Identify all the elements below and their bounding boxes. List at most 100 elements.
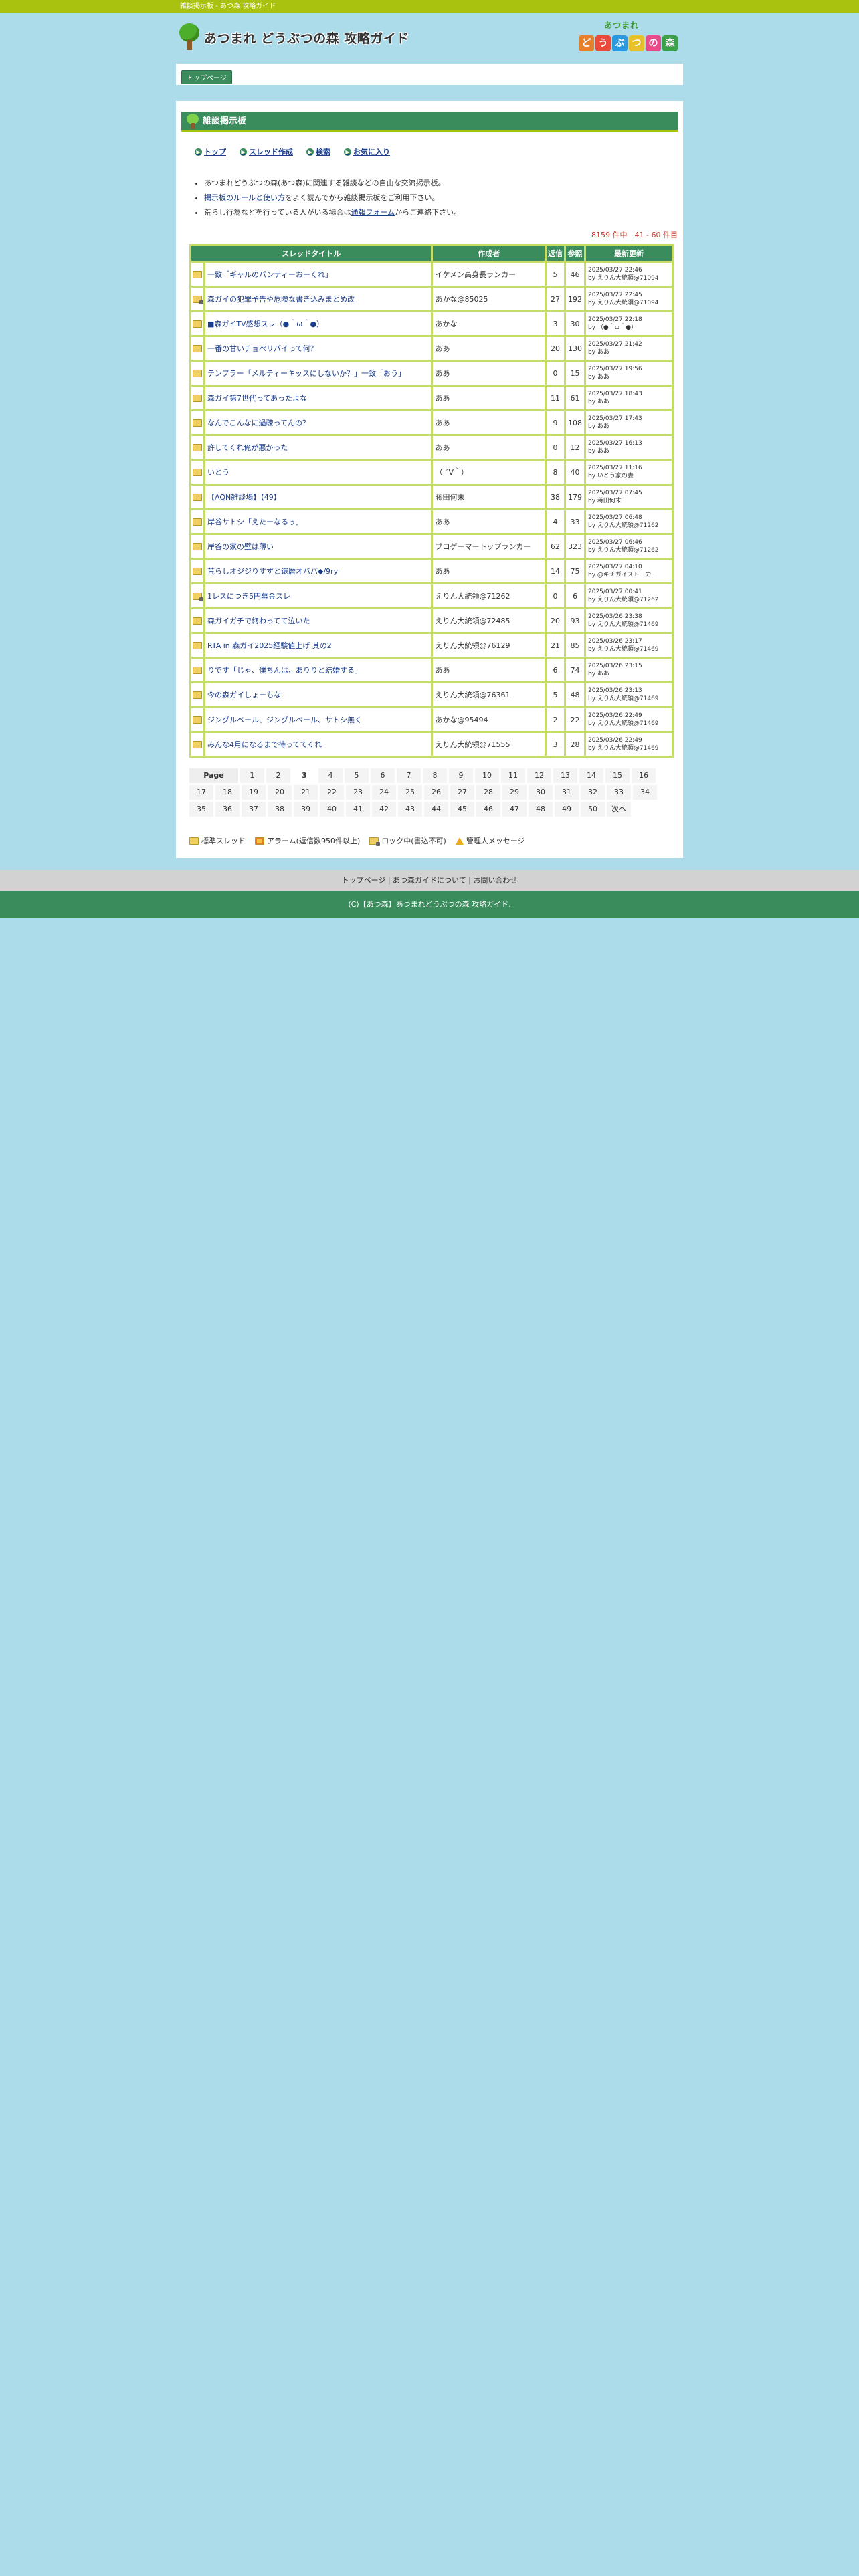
pagination-page-link[interactable]: 8 [423,768,447,783]
thread-title-link[interactable]: 岸谷サトシ「えたーなるぅ」 [207,518,303,526]
thread-title-link[interactable]: りです「じゃ、僕ちんは、ありりと結婚する」 [207,666,362,675]
thread-title-link[interactable]: 一致「ギャルのパンティーおーくれ」 [207,270,332,279]
thread-title-link[interactable]: テンプラー「メルティーキッスにしないか？」一致「おう」 [207,369,405,378]
pagination-page-link[interactable]: 6 [371,768,395,783]
pagination-page-link[interactable]: 20 [268,785,292,800]
thread-title-link[interactable]: 一番の甘いチョペリパイって何？ [207,344,317,353]
pagination-page-link[interactable]: 40 [320,802,344,817]
thread-title-link[interactable]: 森ガイの犯罪予告や危険な書き込みまとめ改 [207,295,355,304]
pagination-page-link[interactable]: 43 [398,802,422,817]
thread-views: 30 [566,312,584,335]
pagination-page-link[interactable]: 14 [579,768,603,783]
pagination-page-link[interactable]: 21 [294,785,318,800]
pagination-page-link[interactable]: 46 [476,802,500,817]
nav-favorites-link[interactable]: ▶ お気に入り [344,146,390,157]
board-notes: あつまれどうぶつの森(あつ森)に関連する雑談などの自由な交流掲示板。 掲示板のル… [193,176,678,220]
pagination-page-link[interactable]: 37 [242,802,266,817]
thread-title-link[interactable]: 岸谷の家の壁は薄い [207,542,274,551]
thread-title-link[interactable]: 今の森ガイしょーもな [207,691,281,700]
pagination-page-link[interactable]: 26 [424,785,448,800]
tree-icon [179,23,200,51]
thread-title-link[interactable]: 【AQN雑談場】【49】 [207,493,281,502]
thread-title-link[interactable]: ジングルベール、ジングルベール、サトシ無く [207,716,362,724]
rules-link[interactable]: 掲示板のルールと使い方 [204,193,285,202]
thread-row: 森ガイの犯罪予告や危険な書き込みまとめ改 あかな@85025 27 192 2025/0… [191,288,672,310]
thread-updated-by: by ああ [588,349,609,356]
pagination-page-link[interactable]: 17 [189,785,213,800]
thread-updated: 2025/03/27 04:10 by @キチガイストーカー [586,560,672,582]
report-form-link[interactable]: 通報フォーム [351,208,395,217]
pagination-page-link[interactable]: 48 [529,802,553,817]
thread-title-link[interactable]: いとう [207,468,229,477]
thread-title-cell: テンプラー「メルティーキッスにしないか？」一致「おう」 [205,362,432,385]
pagination-page-link[interactable]: 2 [266,768,290,783]
pagination-page-link[interactable]: 5 [345,768,369,783]
pagination-page-link[interactable]: 34 [633,785,657,800]
pagination-page-link[interactable]: 32 [581,785,605,800]
pagination-page-link[interactable]: 47 [502,802,527,817]
pagination-page-link[interactable]: 15 [605,768,630,783]
warning-icon [455,837,464,845]
thread-replies: 27 [547,288,564,310]
pagination-page-link[interactable]: 49 [555,802,579,817]
pagination-page-link[interactable]: 4 [318,768,343,783]
pagination-page-link[interactable]: 13 [553,768,577,783]
thread-icon-cell [191,683,203,706]
footer-contact-link[interactable]: お問い合わせ [473,876,517,885]
thread-title-link[interactable]: 森ガイガチで終わってて泣いた [207,617,310,625]
pagination-page-link[interactable]: 24 [372,785,396,800]
footer-top-link[interactable]: トップページ [342,876,386,885]
pagination-page-link[interactable]: 22 [320,785,344,800]
pagination-page-link[interactable]: 1 [240,768,264,783]
pagination-next-link[interactable]: 次へ [607,802,631,817]
thread-table-header: スレッドタイトル 作成者 返信 参照 最新更新 [191,246,672,261]
pagination-page-link[interactable]: 10 [475,768,499,783]
pagination-page-link[interactable]: 27 [450,785,474,800]
pagination-page-link[interactable]: 16 [632,768,656,783]
pagination-page-link[interactable]: 50 [581,802,605,817]
pagination-page-link[interactable]: 19 [242,785,266,800]
thread-icon-cell [191,312,203,335]
pagination-page-link[interactable]: 44 [424,802,448,817]
pagination-page-link[interactable]: 29 [502,785,527,800]
nav-create-thread-link[interactable]: ▶ スレッド作成 [240,146,293,157]
pagination-page-link[interactable]: 36 [215,802,240,817]
pagination-page-link[interactable]: 9 [449,768,473,783]
pagination-page-link[interactable]: 31 [555,785,579,800]
pagination-page-link[interactable]: 25 [398,785,422,800]
thread-updated: 2025/03/27 11:16 by いとう家の妻 [586,461,672,484]
pagination-page-link[interactable]: 23 [346,785,370,800]
pagination-page-link[interactable]: 35 [189,802,213,817]
thread-icon-cell [191,584,203,607]
thread-title-link[interactable]: 1レスにつき5円募金スレ [207,592,290,601]
pagination-page-link[interactable]: 42 [372,802,396,817]
footer-about-link[interactable]: あつ森ガイドについて [393,876,466,885]
thread-title-link[interactable]: RTA in 森ガイ2025経験値上げ 其の2 [207,641,332,650]
pagination-page-link[interactable]: 18 [215,785,240,800]
nav-top-link[interactable]: ▶ トップ [195,146,226,157]
thread-title-link[interactable]: 荒らしオジジりすずと還暦オババ◆/9ry [207,567,338,576]
thread-title-link[interactable]: ■森ガイTV感想スレ（●＾ω＾●） [207,320,324,328]
breadcrumb-home-link[interactable]: トップページ [181,70,232,84]
pagination-page-link[interactable]: 11 [501,768,525,783]
footer-links: トップページ | あつ森ガイドについて | お問い合わせ [0,870,859,891]
pagination-page-link[interactable]: 28 [476,785,500,800]
pagination-page-link[interactable]: 7 [397,768,421,783]
thread-title-link[interactable]: 森ガイ第7世代ってあったよな [207,394,307,403]
game-logo-tile: ど [579,35,594,51]
site-logo-link[interactable]: あつまれ どうぶつの森 攻略ガイド [179,23,409,51]
pagination-page-link[interactable]: 33 [607,785,631,800]
pagination-page-link[interactable]: 41 [346,802,370,817]
thread-title-link[interactable]: みんな4月になるまで待っててくれ [207,740,322,749]
thread-icon-cell [191,560,203,582]
nav-search-link[interactable]: ▶ 検索 [306,146,330,157]
pagination-page-link[interactable]: 38 [268,802,292,817]
pagination-page-link[interactable]: 30 [529,785,553,800]
pagination-page-link[interactable]: 12 [527,768,551,783]
pagination-page-link[interactable]: 39 [294,802,318,817]
thread-updated-date: 2025/03/27 21:42 [588,341,642,348]
footer-separator: | [468,876,471,885]
thread-title-link[interactable]: 許してくれ俺が悪かった [207,443,288,452]
pagination-page-link[interactable]: 45 [450,802,474,817]
thread-title-link[interactable]: なんでこんなに過疎ってんの？ [207,419,310,427]
